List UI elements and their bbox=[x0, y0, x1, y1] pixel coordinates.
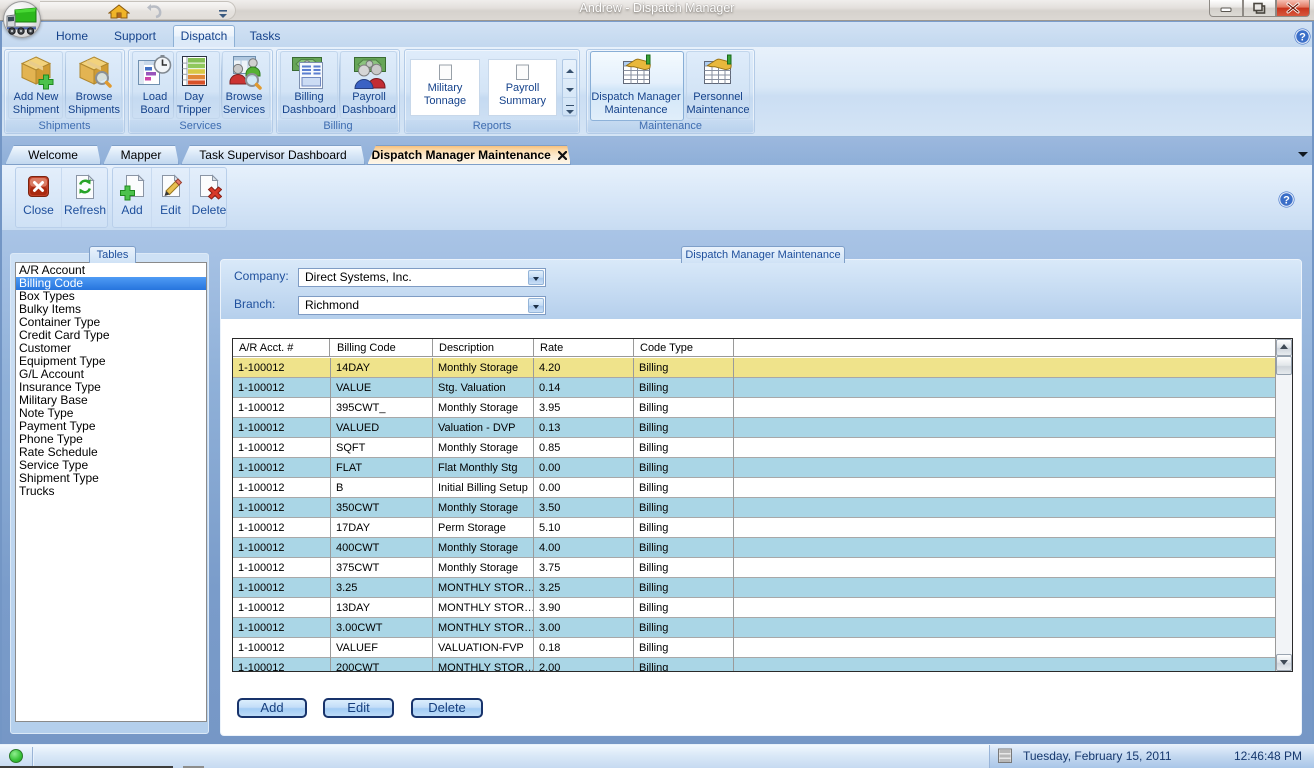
svg-text:?: ? bbox=[1299, 32, 1306, 44]
svg-text:?: ? bbox=[1283, 195, 1290, 207]
